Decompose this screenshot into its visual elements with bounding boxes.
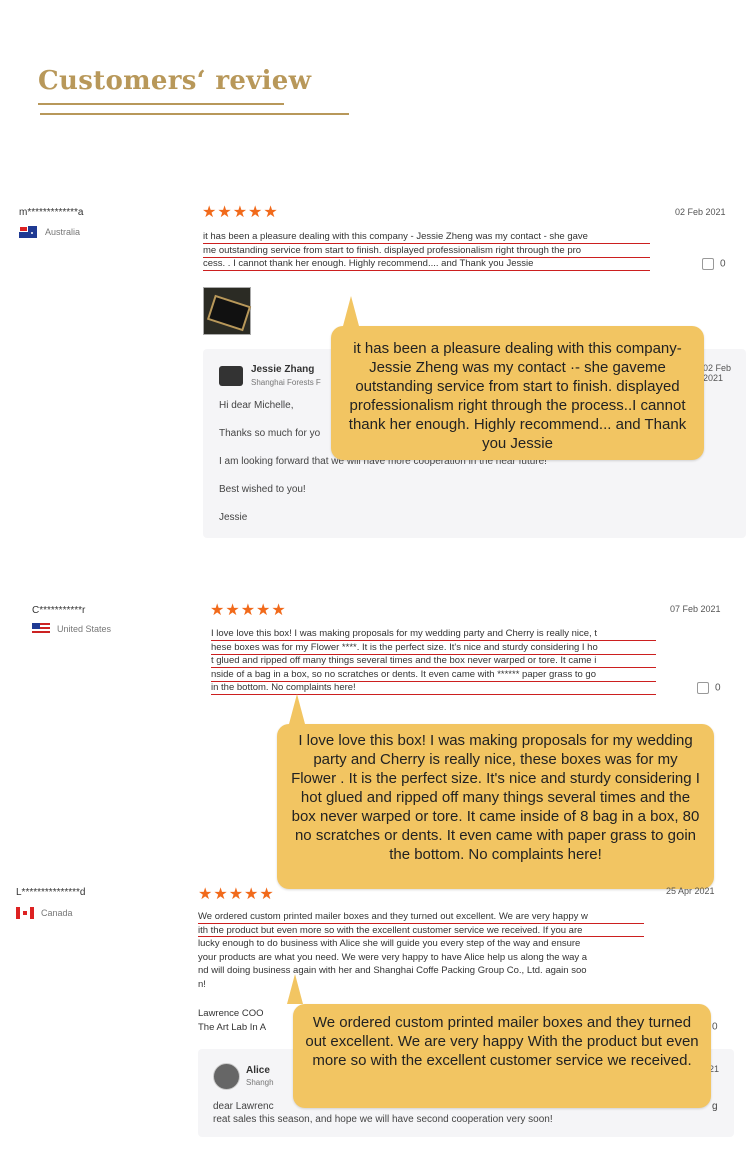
translation-callout: it has been a pleasure dealing with this… bbox=[331, 296, 704, 460]
reply-date: 02 Feb 2021 bbox=[703, 363, 732, 383]
reply-line: Jessie bbox=[219, 512, 248, 523]
review-text-line: hese boxes was for my Flower ****. It is… bbox=[211, 641, 598, 653]
review-text-line: nd will doing business again with her an… bbox=[198, 965, 587, 977]
like-count: 0 bbox=[712, 1021, 718, 1033]
signature-line: The Art Lab In A bbox=[198, 1021, 267, 1033]
review-text: I love love this box! I was making propo… bbox=[211, 627, 661, 695]
reply-line: dear Lawrenc bbox=[213, 1101, 274, 1112]
reviewer-name: L***************d bbox=[16, 887, 86, 898]
page-title: Customers‘ review bbox=[38, 66, 312, 96]
seller-name: Jessie Zhang bbox=[251, 364, 315, 375]
callout-text: it has been a pleasure dealing with this… bbox=[348, 340, 687, 452]
like-count: 0 bbox=[715, 682, 721, 694]
review-date: 02 Feb 2021 bbox=[675, 207, 726, 217]
review-signature: Lawrence COO The Art Lab In A bbox=[198, 1007, 266, 1034]
usa-flag-icon bbox=[32, 623, 50, 635]
reply-line: g bbox=[712, 1101, 718, 1112]
review-text-line: in the bottom. No complaints here! bbox=[211, 682, 356, 694]
star-rating: ★★★★★ bbox=[198, 886, 275, 903]
seller-avatar bbox=[219, 366, 243, 386]
translation-callout: I love love this box! I was making propo… bbox=[277, 694, 714, 889]
review-date: 25 Apr 2021 bbox=[666, 886, 715, 896]
highlight-underline bbox=[211, 640, 656, 641]
like-button[interactable]: 0 bbox=[702, 258, 726, 270]
highlight-underline bbox=[198, 936, 644, 937]
star-rating: ★★★★★ bbox=[210, 602, 287, 619]
reply-line: Best wished to you! bbox=[219, 484, 306, 495]
reviewer-name: m*************a bbox=[19, 207, 84, 218]
review-text-line: I love love this box! I was making propo… bbox=[211, 628, 597, 639]
thumbs-up-icon bbox=[702, 258, 714, 270]
review-text-line: it has been a pleasure dealing with this… bbox=[203, 231, 588, 242]
like-button[interactable]: 0 bbox=[697, 682, 721, 694]
highlight-underline bbox=[211, 694, 656, 695]
reviewer-country: Australia bbox=[45, 227, 81, 237]
box-image bbox=[206, 294, 252, 332]
review-text-line: lucky enough to do business with Alice s… bbox=[198, 938, 581, 950]
review-text-line: me outstanding service from start to fin… bbox=[203, 244, 582, 256]
review-text-line: your products are what you need. We were… bbox=[198, 951, 588, 963]
callout-text: We ordered custom printed mailer boxes a… bbox=[305, 1014, 699, 1069]
reviewer-name: C***********r bbox=[32, 605, 86, 616]
highlight-underline bbox=[211, 681, 656, 682]
highlight-underline bbox=[203, 243, 650, 244]
review-text: it has been a pleasure dealing with this… bbox=[203, 230, 653, 271]
reviewer-country: Canada bbox=[41, 908, 73, 918]
thumbs-up-icon bbox=[697, 682, 709, 694]
reply-line: reat sales this season, and hope we will… bbox=[213, 1114, 553, 1125]
review-text-line: n! bbox=[198, 978, 206, 990]
review-text-line: t glued and ripped off many things sever… bbox=[211, 655, 597, 667]
highlight-underline bbox=[203, 257, 650, 258]
title-underline-long bbox=[40, 113, 349, 115]
review-text-line: nside of a bag in a box, so no scratches… bbox=[211, 668, 596, 680]
like-count: 0 bbox=[720, 258, 726, 270]
highlight-underline bbox=[203, 270, 650, 271]
title-underline bbox=[38, 103, 284, 105]
canada-flag-icon bbox=[16, 907, 34, 919]
callout-text: I love love this box! I was making propo… bbox=[291, 732, 700, 863]
review-text-line: We ordered custom printed mailer boxes a… bbox=[198, 911, 588, 922]
highlight-underline bbox=[211, 654, 656, 655]
seller-company: Shangh bbox=[246, 1078, 274, 1087]
signature-line: Lawrence COO bbox=[198, 1008, 264, 1019]
seller-company: Shanghai Forests F bbox=[251, 378, 321, 387]
review-date: 07 Feb 2021 bbox=[670, 604, 721, 614]
review-text-line: cess. . I cannot thank her enough. Highl… bbox=[203, 258, 534, 270]
seller-name: Alice bbox=[246, 1065, 270, 1076]
reply-line: Hi dear Michelle, bbox=[219, 400, 294, 411]
review-photo-thumbnail[interactable] bbox=[203, 287, 252, 335]
highlight-underline bbox=[198, 923, 644, 924]
reply-line: Thanks so much for yo bbox=[219, 428, 321, 439]
reviewer-country: United States bbox=[57, 624, 112, 634]
star-rating: ★★★★★ bbox=[202, 204, 279, 221]
translation-callout: We ordered custom printed mailer boxes a… bbox=[287, 974, 711, 1108]
highlight-underline bbox=[211, 667, 656, 668]
seller-avatar bbox=[213, 1063, 240, 1090]
australia-flag-icon bbox=[19, 226, 37, 238]
